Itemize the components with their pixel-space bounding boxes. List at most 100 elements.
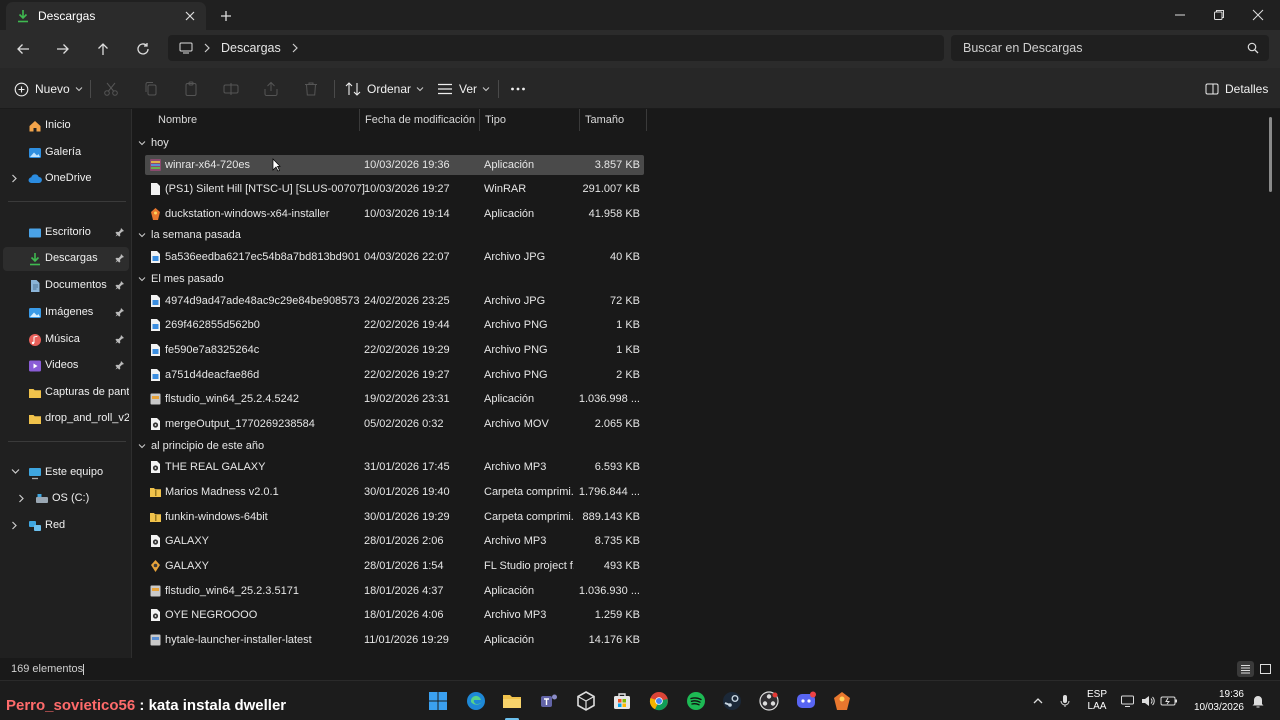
group-header-hoy[interactable]: hoy <box>138 135 169 151</box>
chevron-right-icon[interactable] <box>18 494 25 503</box>
column-header-date[interactable]: Fecha de modificación <box>360 109 480 131</box>
share-icon[interactable] <box>262 80 280 98</box>
paste-icon[interactable] <box>182 80 200 98</box>
tab-descargas[interactable]: Descargas <box>6 2 206 30</box>
file-row[interactable]: flstudio_win64_25.2.3.5171 18/01/2026 4:… <box>145 581 644 601</box>
file-row[interactable]: GALAXY 28/01/2026 1:54 FL Studio project… <box>145 556 644 576</box>
search-input[interactable] <box>963 41 1243 55</box>
close-window-button[interactable] <box>1238 0 1278 30</box>
cut-icon[interactable] <box>102 80 120 98</box>
file-row[interactable]: 4974d9ad47ade48ac9c29e84be908573 24/02/2… <box>145 291 644 311</box>
file-row[interactable]: winrar-x64-720es 10/03/2026 19:36 Aplica… <box>145 155 644 175</box>
close-tab-icon[interactable] <box>184 10 196 22</box>
back-button[interactable] <box>11 38 35 60</box>
column-header-type[interactable]: Tipo <box>480 109 580 131</box>
minimize-button[interactable] <box>1160 0 1200 30</box>
file-row[interactable]: OYE NEGROOOO 18/01/2026 4:06 Archivo MP3… <box>145 605 644 625</box>
file-row[interactable]: funkin-windows-64bit 30/01/2026 19:29 Ca… <box>145 507 644 527</box>
chevron-right-icon[interactable] <box>11 521 18 530</box>
file-row[interactable]: hytale-launcher-installer-latest 11/01/2… <box>145 630 644 650</box>
duckstation-taskbar-icon[interactable] <box>831 690 853 712</box>
copy-icon[interactable] <box>142 80 160 98</box>
store-icon[interactable] <box>611 690 633 712</box>
search-box[interactable] <box>951 35 1269 61</box>
spotify-icon[interactable] <box>685 690 707 712</box>
language-indicator[interactable]: ESP LAA <box>1084 689 1110 713</box>
notification-bell-icon[interactable] <box>1251 693 1265 709</box>
windows-start-icon[interactable] <box>427 690 449 712</box>
teams-icon[interactable] <box>538 690 560 712</box>
file-row[interactable]: 5a536eedba6217ec54b8a7bd813bd901 04/03/2… <box>145 247 644 267</box>
vertical-scrollbar[interactable] <box>1269 117 1272 192</box>
chevron-right-icon[interactable] <box>203 43 211 53</box>
sort-button[interactable]: Ordenar <box>345 77 424 101</box>
sidebar-item-videos[interactable]: Videos <box>3 354 129 378</box>
address-bar[interactable]: Descargas <box>168 35 944 61</box>
sidebar-item-inicio[interactable]: Inicio <box>3 114 129 138</box>
chevron-right-icon[interactable] <box>11 174 18 183</box>
microphone-icon[interactable] <box>1059 693 1071 709</box>
up-button[interactable] <box>91 38 115 60</box>
volume-icon[interactable] <box>1140 693 1156 709</box>
view-button[interactable]: Ver <box>437 77 490 101</box>
sidebar-item-escritorio[interactable]: Escritorio <box>3 221 129 245</box>
new-button[interactable]: Nuevo <box>14 77 83 101</box>
delete-icon[interactable] <box>302 80 320 98</box>
chevron-up-icon[interactable] <box>1032 693 1044 709</box>
obs-icon[interactable] <box>758 690 780 712</box>
more-options-icon[interactable] <box>509 80 527 98</box>
file-row[interactable]: 269f462855d562b0 22/02/2026 19:44 Archiv… <box>145 315 644 335</box>
rename-icon[interactable] <box>222 80 240 98</box>
maximize-button[interactable] <box>1199 0 1239 30</box>
chevron-right-icon[interactable] <box>291 43 299 53</box>
sidebar-item-este-equipo[interactable]: Este equipo <box>3 461 129 485</box>
pin-icon[interactable] <box>115 307 125 317</box>
pin-icon[interactable] <box>115 334 125 344</box>
column-header-name[interactable]: Nombre <box>153 109 360 131</box>
sidebar-item-os-c[interactable]: OS (C:) <box>10 487 129 511</box>
pin-icon[interactable] <box>115 253 125 263</box>
file-row[interactable]: flstudio_win64_25.2.4.5242 19/02/2026 23… <box>145 389 644 409</box>
pin-icon[interactable] <box>115 227 125 237</box>
sidebar-item-descargas[interactable]: Descargas <box>3 247 129 271</box>
file-row[interactable]: a751d4deacfae86d 22/02/2026 19:27 Archiv… <box>145 365 644 385</box>
file-row[interactable]: Marios Madness v2.0.1 30/01/2026 19:40 C… <box>145 482 644 502</box>
system-clock[interactable]: 19:36 10/03/2026 <box>1180 688 1244 714</box>
sidebar-item-onedrive[interactable]: OneDrive <box>3 167 129 191</box>
unity-hub-icon[interactable] <box>575 690 597 712</box>
forward-button[interactable] <box>51 38 75 60</box>
steam-icon[interactable] <box>721 690 743 712</box>
sidebar-item-red[interactable]: Red <box>3 514 129 538</box>
breadcrumb-descargas[interactable]: Descargas <box>221 41 281 55</box>
battery-icon[interactable] <box>1160 693 1178 709</box>
file-row[interactable]: GALAXY 28/01/2026 2:06 Archivo MP3 8.735… <box>145 531 644 551</box>
refresh-button[interactable] <box>131 38 155 60</box>
sidebar-item-capturas[interactable]: Capturas de pantalla <box>3 381 129 405</box>
sidebar-item-imagenes[interactable]: Imágenes <box>3 301 129 325</box>
file-row[interactable]: fe590e7a8325264c 22/02/2026 19:29 Archiv… <box>145 340 644 360</box>
pin-icon[interactable] <box>115 280 125 290</box>
edge-browser-icon[interactable] <box>465 690 487 712</box>
network-status-icon[interactable] <box>1120 693 1136 709</box>
chrome-icon[interactable] <box>648 690 670 712</box>
sidebar-item-documentos[interactable]: Documentos <box>3 274 129 298</box>
file-row[interactable]: THE REAL GALAXY 31/01/2026 17:45 Archivo… <box>145 457 644 477</box>
discord-icon[interactable] <box>795 690 817 712</box>
tiles-view-button[interactable] <box>1257 661 1274 677</box>
file-row[interactable]: (PS1) Silent Hill [NTSC-U] [SLUS-00707].… <box>145 179 644 199</box>
details-button[interactable]: Detalles <box>1205 77 1268 101</box>
sidebar-item-musica[interactable]: Música <box>3 328 129 352</box>
file-row[interactable]: mergeOutput_1770269238584 05/02/2026 0:3… <box>145 414 644 434</box>
sidebar-item-galeria[interactable]: Galería <box>3 141 129 165</box>
sidebar-item-drop-and-roll[interactable]: drop_and_roll_v2 <box>3 407 129 431</box>
pin-icon[interactable] <box>115 360 125 370</box>
chevron-down-icon[interactable] <box>11 468 20 475</box>
details-view-button[interactable] <box>1237 661 1254 677</box>
group-header-semana[interactable]: la semana pasada <box>138 227 241 243</box>
column-header-size[interactable]: Tamaño <box>580 109 647 131</box>
file-row[interactable]: duckstation-windows-x64-installer 10/03/… <box>145 204 644 224</box>
group-header-mes[interactable]: El mes pasado <box>138 271 224 287</box>
file-explorer-icon[interactable] <box>501 690 523 712</box>
new-tab-icon[interactable] <box>218 8 234 24</box>
group-header-anio[interactable]: al principio de este año <box>138 438 264 454</box>
